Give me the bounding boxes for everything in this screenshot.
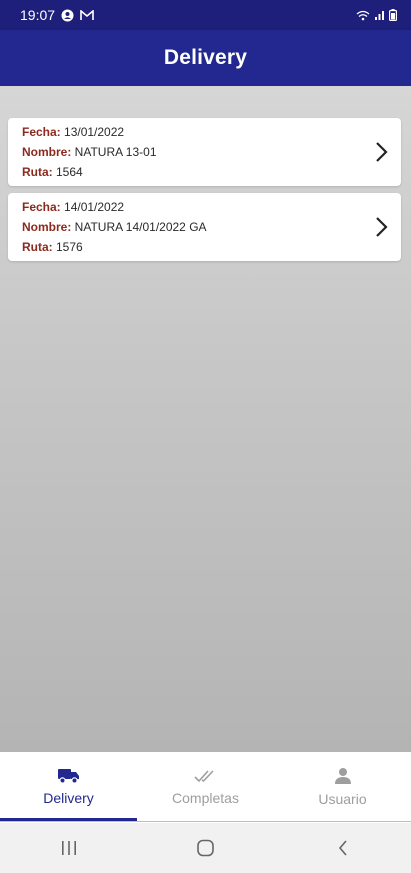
tab-label: Usuario (318, 790, 367, 807)
status-time: 19:07 (20, 7, 56, 23)
chevron-right-icon[interactable] (375, 216, 389, 238)
back-icon (338, 840, 347, 856)
nombre-value: NATURA 14/01/2022 GA (71, 220, 207, 234)
fecha-value: 14/01/2022 (60, 200, 125, 214)
app-bar: Delivery (0, 30, 411, 86)
nombre-row: Nombre: NATURA 13-01 (22, 142, 387, 162)
status-bar: 19:07 (0, 0, 411, 30)
nombre-value: NATURA 13-01 (71, 145, 157, 159)
tab-completas[interactable]: Completas (137, 752, 274, 821)
active-tab-indicator (0, 818, 137, 821)
tab-delivery[interactable]: Delivery (0, 752, 137, 821)
truck-icon (57, 768, 79, 784)
page-title: Delivery (163, 46, 248, 69)
tab-label: Completas (172, 789, 239, 806)
recent-apps-button[interactable] (49, 828, 89, 868)
ruta-row: Ruta: 1576 (22, 237, 387, 257)
delivery-card[interactable]: Fecha: 14/01/2022 Nombre: NATURA 14/01/2… (8, 193, 401, 261)
battery-icon (389, 9, 397, 21)
home-icon (196, 839, 214, 857)
fecha-label: Fecha: (22, 200, 61, 214)
recent-apps-icon (61, 841, 76, 855)
fecha-row: Fecha: 14/01/2022 (22, 197, 387, 217)
ruta-label: Ruta: (22, 165, 53, 179)
status-left: 19:07 (20, 7, 94, 23)
wifi-icon (356, 10, 370, 21)
nombre-label: Nombre: (22, 220, 72, 234)
nombre-label: Nombre: (22, 145, 72, 159)
signal-icon (374, 10, 385, 21)
ruta-row: Ruta: 1564 (22, 162, 387, 182)
ruta-label: Ruta: (22, 240, 53, 254)
ruta-value: 1564 (52, 165, 83, 179)
chevron-right-icon[interactable] (375, 141, 389, 163)
fecha-row: Fecha: 13/01/2022 (22, 122, 387, 142)
status-right (356, 9, 397, 21)
user-icon (334, 767, 351, 784)
delivery-card[interactable]: Fecha: 13/01/2022 Nombre: NATURA 13-01 R… (8, 118, 401, 186)
delivery-list[interactable]: Fecha: 13/01/2022 Nombre: NATURA 13-01 R… (0, 86, 411, 752)
tab-usuario[interactable]: Usuario (274, 752, 411, 821)
ruta-value: 1576 (52, 240, 83, 254)
home-button[interactable] (186, 828, 226, 868)
bottom-tab-bar: Delivery Completas Usuario (0, 752, 411, 822)
system-nav-bar (0, 823, 411, 873)
gmail-icon (80, 9, 94, 21)
double-check-icon (193, 769, 214, 782)
account-icon (61, 9, 74, 22)
tab-label: Delivery (43, 789, 94, 806)
back-button[interactable] (323, 828, 363, 868)
fecha-value: 13/01/2022 (60, 125, 125, 139)
fecha-label: Fecha: (22, 125, 61, 139)
nombre-row: Nombre: NATURA 14/01/2022 GA (22, 217, 387, 237)
